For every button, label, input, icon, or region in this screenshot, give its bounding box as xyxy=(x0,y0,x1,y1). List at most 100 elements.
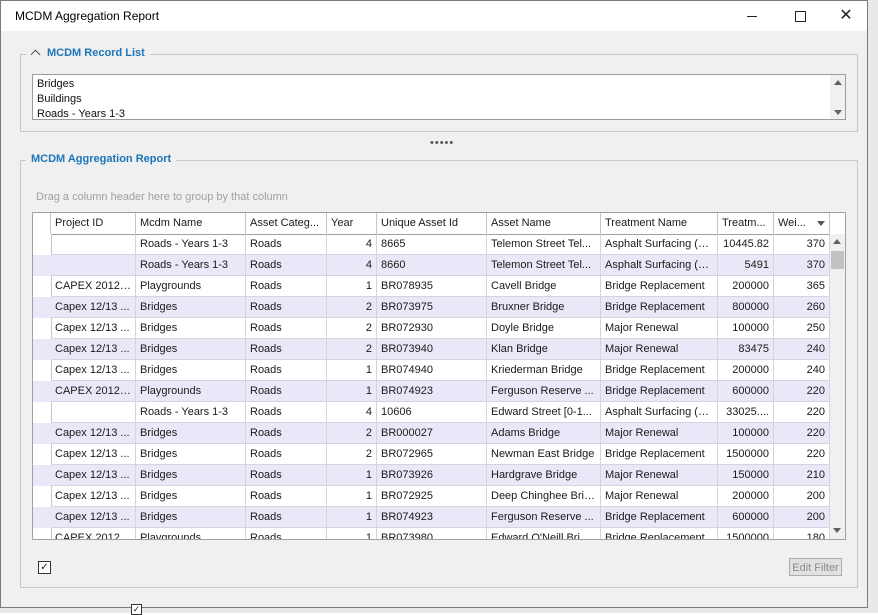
cell-asset-name[interactable]: Edward O'Neill Bridge xyxy=(487,528,601,539)
cell-mcdm-name[interactable]: Bridges xyxy=(136,360,246,381)
cell-asset-name[interactable]: Deep Chinghee Bridge xyxy=(487,486,601,507)
cell-mcdm-name[interactable]: Bridges xyxy=(136,318,246,339)
cell-weight[interactable]: 220 xyxy=(774,444,830,465)
cell-mcdm-name[interactable]: Bridges xyxy=(136,465,246,486)
cell-weight[interactable]: 220 xyxy=(774,402,830,423)
cell-year[interactable]: 1 xyxy=(327,276,377,297)
listbox-scrollbar[interactable] xyxy=(830,75,845,119)
cell-asset-name[interactable]: Newman East Bridge xyxy=(487,444,601,465)
cell-asset-category[interactable]: Roads xyxy=(246,507,327,528)
cell-treatment-cost[interactable]: 600000 xyxy=(718,381,774,402)
cell-unique-asset-id[interactable]: BR072925 xyxy=(377,486,487,507)
column-header-asset-category[interactable]: Asset Categ... xyxy=(246,213,327,234)
cell-asset-category[interactable]: Roads xyxy=(246,465,327,486)
filter-enabled-checkbox[interactable]: ✓ xyxy=(38,561,51,574)
cell-year[interactable]: 2 xyxy=(327,318,377,339)
cell-year[interactable]: 2 xyxy=(327,339,377,360)
cell-mcdm-name[interactable]: Bridges xyxy=(136,486,246,507)
cell-unique-asset-id[interactable]: 8660 xyxy=(377,255,487,276)
cell-year[interactable]: 1 xyxy=(327,507,377,528)
cell-mcdm-name[interactable]: Roads - Years 1-3 xyxy=(136,402,246,423)
cell-asset-name[interactable]: Adams Bridge xyxy=(487,423,601,444)
cell-weight[interactable]: 365 xyxy=(774,276,830,297)
cell-mcdm-name[interactable]: Roads - Years 1-3 xyxy=(136,255,246,276)
cell-year[interactable]: 2 xyxy=(327,423,377,444)
cell-weight[interactable]: 180 xyxy=(774,528,830,539)
cell-project-id[interactable]: Capex 12/13 ... xyxy=(51,507,136,528)
column-header-mcdm-name[interactable]: Mcdm Name xyxy=(136,213,246,234)
cell-treatment-name[interactable]: Major Renewal xyxy=(601,423,718,444)
cell-treatment-name[interactable]: Asphalt Surfacing (3... xyxy=(601,234,718,255)
cell-project-id[interactable]: Capex 12/13 ... xyxy=(51,486,136,507)
cell-treatment-cost[interactable]: 100000 xyxy=(718,423,774,444)
cell-weight[interactable]: 370 xyxy=(774,234,830,255)
report-grid[interactable]: Project ID Mcdm Name Asset Categ... Year… xyxy=(32,212,846,540)
table-row[interactable]: Capex 12/13 ... Bridges Roads 1 BR074940 Krie… xyxy=(33,360,830,381)
column-header-asset-name[interactable]: Asset Name xyxy=(487,213,601,234)
cell-asset-name[interactable]: Ferguson Reserve ... xyxy=(487,381,601,402)
cell-treatment-name[interactable]: Asphalt Surfacing (3... xyxy=(601,402,718,423)
collapse-chevron-icon[interactable] xyxy=(31,48,41,58)
cell-weight[interactable]: 200 xyxy=(774,486,830,507)
cell-asset-name[interactable]: Bruxner Bridge xyxy=(487,297,601,318)
cell-treatment-cost[interactable]: 33025.... xyxy=(718,402,774,423)
cell-treatment-cost[interactable]: 150000 xyxy=(718,465,774,486)
cell-treatment-name[interactable]: Asphalt Surfacing (3... xyxy=(601,255,718,276)
cell-treatment-name[interactable]: Bridge Replacement xyxy=(601,360,718,381)
cell-project-id[interactable]: Capex 12/13 ... xyxy=(51,360,136,381)
cell-project-id[interactable] xyxy=(51,234,136,255)
cell-treatment-name[interactable]: Major Renewal xyxy=(601,318,718,339)
cell-unique-asset-id[interactable]: BR078935 xyxy=(377,276,487,297)
cell-year[interactable]: 2 xyxy=(327,297,377,318)
column-header-year[interactable]: Year xyxy=(327,213,377,234)
scroll-up-icon[interactable] xyxy=(833,239,841,244)
edit-filter-button[interactable]: Edit Filter xyxy=(789,558,842,576)
cell-mcdm-name[interactable]: Bridges xyxy=(136,339,246,360)
cell-year[interactable]: 1 xyxy=(327,360,377,381)
column-header-treatment-cost[interactable]: Treatm... xyxy=(718,213,774,234)
cell-project-id[interactable] xyxy=(51,255,136,276)
table-row[interactable]: Capex 12/13 ... Bridges Roads 2 BR073940 Klan… xyxy=(33,339,830,360)
column-header-weight[interactable]: Wei... xyxy=(774,213,830,234)
cell-asset-name[interactable]: Edward Street [0-1... xyxy=(487,402,601,423)
cell-mcdm-name[interactable]: Bridges xyxy=(136,507,246,528)
cell-treatment-name[interactable]: Major Renewal xyxy=(601,339,718,360)
table-row[interactable]: CAPEX 2012 - 1 Playgrounds Roads 1 BR074923 F… xyxy=(33,381,830,402)
background-checkbox[interactable]: ✓ xyxy=(131,604,142,615)
cell-asset-category[interactable]: Roads xyxy=(246,318,327,339)
cell-treatment-cost[interactable]: 200000 xyxy=(718,276,774,297)
cell-year[interactable]: 1 xyxy=(327,381,377,402)
cell-asset-name[interactable]: Cavell Bridge xyxy=(487,276,601,297)
cell-treatment-name[interactable]: Bridge Replacement xyxy=(601,444,718,465)
cell-treatment-name[interactable]: Bridge Replacement xyxy=(601,276,718,297)
cell-asset-category[interactable]: Roads xyxy=(246,381,327,402)
cell-unique-asset-id[interactable]: BR073980 xyxy=(377,528,487,539)
table-row[interactable]: Capex 12/13 ... Bridges Roads 2 BR072965 Newm… xyxy=(33,444,830,465)
cell-year[interactable]: 4 xyxy=(327,234,377,255)
cell-weight[interactable]: 240 xyxy=(774,360,830,381)
cell-year[interactable]: 1 xyxy=(327,486,377,507)
cell-unique-asset-id[interactable]: BR072930 xyxy=(377,318,487,339)
cell-project-id[interactable]: CAPEX 2012 - 1 xyxy=(51,276,136,297)
table-row[interactable]: CAPEX 2012 - 1 Playgrounds Roads 1 BR073980 E… xyxy=(33,528,830,539)
list-item[interactable]: Buildings xyxy=(37,93,82,105)
cell-project-id[interactable]: Capex 12/13 ... xyxy=(51,297,136,318)
cell-mcdm-name[interactable]: Playgrounds xyxy=(136,528,246,539)
cell-weight[interactable]: 370 xyxy=(774,255,830,276)
cell-treatment-cost[interactable]: 200000 xyxy=(718,486,774,507)
table-row[interactable]: Roads - Years 1-3 Roads 4 8665 Telemon Stree… xyxy=(33,234,830,255)
record-listbox[interactable]: Bridges Buildings Roads - Years 1-3 xyxy=(32,74,846,120)
cell-asset-name[interactable]: Telemon Street Tel... xyxy=(487,234,601,255)
table-row[interactable]: Capex 12/13 ... Bridges Roads 2 BR072930 Doyl… xyxy=(33,318,830,339)
cell-treatment-cost[interactable]: 5491 xyxy=(718,255,774,276)
cell-treatment-name[interactable]: Bridge Replacement xyxy=(601,297,718,318)
cell-treatment-cost[interactable]: 100000 xyxy=(718,318,774,339)
maximize-button[interactable] xyxy=(777,1,823,31)
cell-weight[interactable]: 220 xyxy=(774,381,830,402)
cell-treatment-cost[interactable]: 800000 xyxy=(718,297,774,318)
table-row[interactable]: Capex 12/13 ... Bridges Roads 2 BR000027 Adam… xyxy=(33,423,830,444)
cell-asset-category[interactable]: Roads xyxy=(246,339,327,360)
cell-treatment-cost[interactable]: 10445.82 xyxy=(718,234,774,255)
cell-treatment-name[interactable]: Major Renewal xyxy=(601,465,718,486)
table-row[interactable]: Capex 12/13 ... Bridges Roads 1 BR074923 Ferg… xyxy=(33,507,830,528)
